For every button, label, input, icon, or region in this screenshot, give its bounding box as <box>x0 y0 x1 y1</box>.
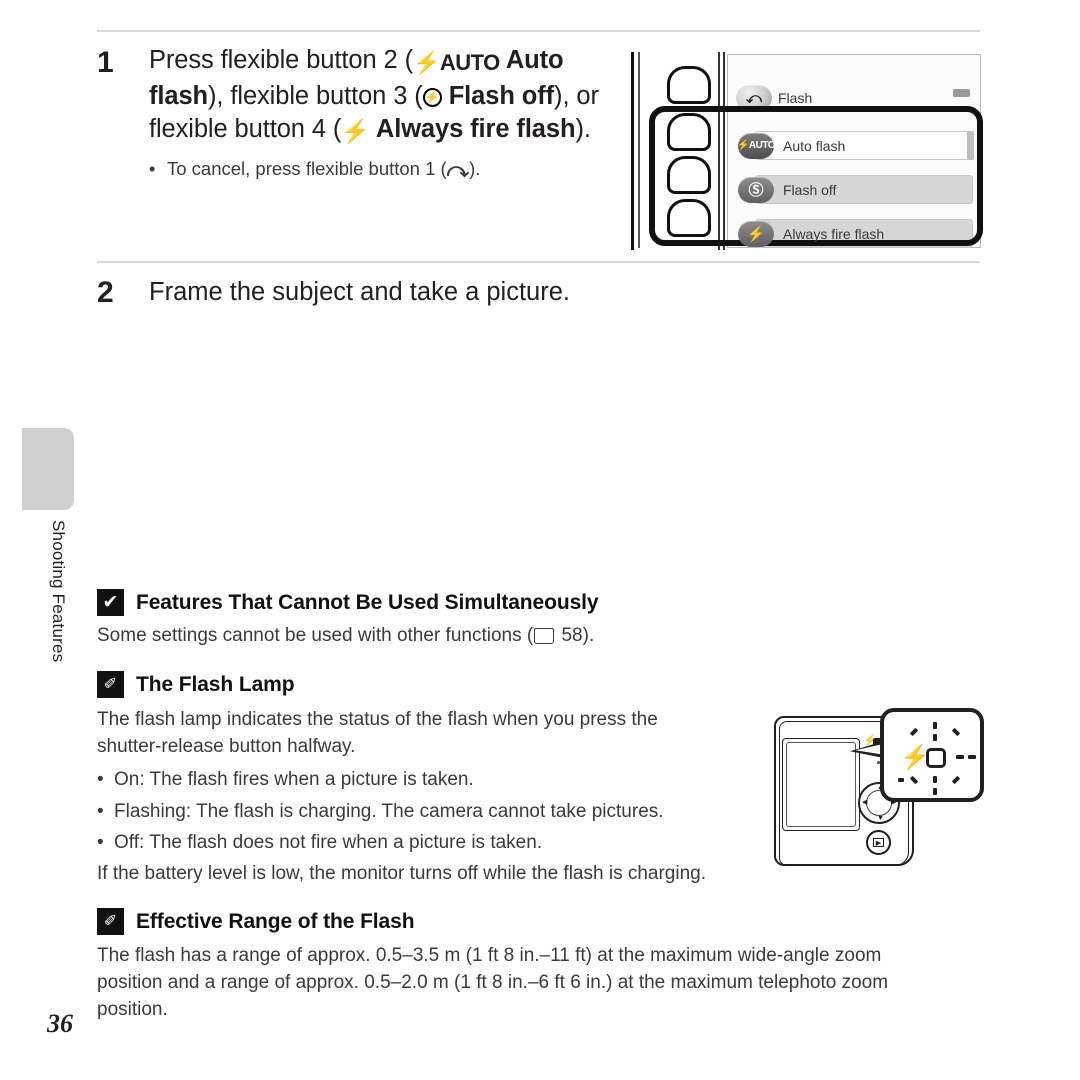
always-fire-flash-icon: ⚡ <box>341 118 370 144</box>
flexible-button-2[interactable] <box>667 113 711 151</box>
chapter-tab-marker <box>22 428 74 510</box>
auto-flash-icon: ⚡AUTO <box>737 132 776 159</box>
step-1: 1 Press flexible button 2 (⚡AUTO Auto fl… <box>97 44 617 182</box>
divider-top <box>97 30 980 32</box>
manual-page: Shooting Features 1 Press flexible butto… <box>0 0 1080 1080</box>
auto-flash-icon: ⚡AUTO <box>412 50 500 75</box>
flash-off-icon: Ⓢ <box>738 176 774 203</box>
bullet-dot-icon: • <box>149 158 156 179</box>
camera-menu-figure: ⤺ Flash ⚡ AUTO Auto flash Ⓢ Flash off ⚡ A… <box>627 50 983 255</box>
playback-button[interactable]: ▶ <box>866 830 891 855</box>
list-item: • On: The flash fires when a picture is t… <box>97 764 737 796</box>
callout-ray-icon <box>909 775 919 785</box>
battery-icon <box>953 89 970 97</box>
step-1-bullet-text: To cancel, press flexible button 1 (⤺). <box>167 157 481 182</box>
list-item-text: Off: The flash does not fire when a pict… <box>114 832 543 853</box>
pencil-icon: ✐ <box>97 908 124 935</box>
dpad-down-icon: ▼ <box>877 815 884 822</box>
list-item: • Flashing: The flash is charging. The ca… <box>97 796 737 828</box>
list-item-text: On: The flash fires when a picture is ta… <box>114 769 474 790</box>
step-2: 2 Frame the subject and take a picture. <box>97 276 717 308</box>
menu-item-label: Flash off <box>783 181 837 198</box>
callout-ray-icon <box>933 776 937 783</box>
menu-screen-header: ⤺ Flash <box>736 85 812 111</box>
playback-icon: ▶ <box>873 838 884 847</box>
flexible-button-3[interactable] <box>667 156 711 194</box>
menu-item-auto-flash[interactable]: ⚡ AUTO Auto flash <box>733 127 977 164</box>
note-heading-features: ✔ Features That Cannot Be Used Simultane… <box>97 589 599 616</box>
camera-bezel-line-2 <box>723 52 725 250</box>
note-body-effective-range: The flash has a range of approx. 0.5–3.5… <box>97 945 889 1020</box>
manual-reference-icon <box>534 628 555 644</box>
step-1-bold-c: Always fire flash <box>369 115 576 143</box>
menu-item-label: Always fire flash <box>783 225 885 242</box>
callout-ray-icon <box>956 755 964 759</box>
callout-ray-icon <box>951 775 961 785</box>
pencil-icon: ✐ <box>97 671 124 698</box>
callout-ray-icon <box>968 755 976 759</box>
flash-lamp-callout: ⚡ <box>880 708 984 802</box>
camera-bezel-line-1 <box>718 52 720 250</box>
note-title: Features That Cannot Be Used Simultaneou… <box>136 590 599 614</box>
note-body-flash-lamp: The flash lamp indicates the status of t… <box>97 709 658 757</box>
callout-ray-icon <box>933 734 937 741</box>
note-title: The Flash Lamp <box>136 672 295 696</box>
step-2-number: 2 <box>97 276 114 309</box>
always-fire-flash-icon: ⚡ <box>738 220 774 247</box>
camera-back-figure: ⚡ ▲ ▼ ◀ ▶ ▶ ⚡ <box>762 702 992 872</box>
callout-ray-icon <box>909 727 919 737</box>
callout-ray-icon <box>951 727 961 737</box>
menu-item-flash-off[interactable]: Ⓢ Flash off <box>733 171 977 208</box>
menu-scrollbar[interactable] <box>967 131 974 160</box>
bullet-dot-icon: • <box>97 832 104 853</box>
dpad-left-icon: ◀ <box>862 799 868 806</box>
step-1-number: 1 <box>97 46 114 79</box>
step-1-bold-b: Flash off <box>441 81 555 110</box>
flash-off-icon <box>422 87 442 107</box>
step-2-title: Frame the subject and take a picture. <box>149 278 570 306</box>
callout-lamp-icon <box>926 748 946 768</box>
list-item-text: Flashing: The flash is charging. The cam… <box>114 800 664 822</box>
back-arrow-icon[interactable]: ⤺ <box>736 85 772 111</box>
check-icon: ✔ <box>97 589 124 616</box>
callout-ray-icon <box>933 722 937 729</box>
step-1-text-d: ). <box>575 115 591 143</box>
bullet-dot-icon: • <box>97 769 104 790</box>
chapter-tab-label: Shooting Features <box>49 520 68 663</box>
camera-lcd-screen: ⤺ Flash ⚡ AUTO Auto flash Ⓢ Flash off ⚡ A… <box>727 54 981 248</box>
menu-screen-title: Flash <box>778 90 813 106</box>
callout-ray-icon <box>898 778 904 782</box>
step-1-text-b: ), flexible button 3 ( <box>208 81 423 110</box>
list-item: • Off: The flash does not fire when a pic… <box>97 827 737 859</box>
menu-item-always-fire-flash[interactable]: ⚡ Always fire flash <box>733 215 977 252</box>
flexible-button-4[interactable] <box>667 199 711 237</box>
note-closing-flash-lamp: If the battery level is low, the monitor… <box>97 863 707 884</box>
step-1-title: Press flexible button 2 (⚡AUTO Auto flas… <box>149 44 617 147</box>
note-heading-flash-lamp: ✐ The Flash Lamp <box>97 671 295 698</box>
divider-middle <box>97 261 980 263</box>
back-arrow-icon: ⤺ <box>446 158 470 182</box>
menu-item-label: Auto flash <box>783 137 846 154</box>
note-heading-effective-range: ✐ Effective Range of the Flash <box>97 908 415 935</box>
note-bullets-flash-lamp: • On: The flash fires when a picture is t… <box>97 764 737 859</box>
camera-body-edge <box>631 52 634 250</box>
step-1-bullet: • To cancel, press flexible button 1 (⤺)… <box>149 157 617 182</box>
note-title: Effective Range of the Flash <box>136 909 415 933</box>
camera-monitor-inner <box>786 742 856 827</box>
note-body-features: Some settings cannot be used with other … <box>97 625 595 646</box>
bullet-dot-icon: • <box>97 800 104 822</box>
flexible-button-1[interactable] <box>667 66 711 104</box>
step-1-text-a: Press flexible button 2 ( <box>149 46 413 74</box>
camera-body-edge-inner <box>638 52 640 248</box>
page-number: 36 <box>47 1009 73 1038</box>
callout-ray-icon <box>933 788 937 795</box>
